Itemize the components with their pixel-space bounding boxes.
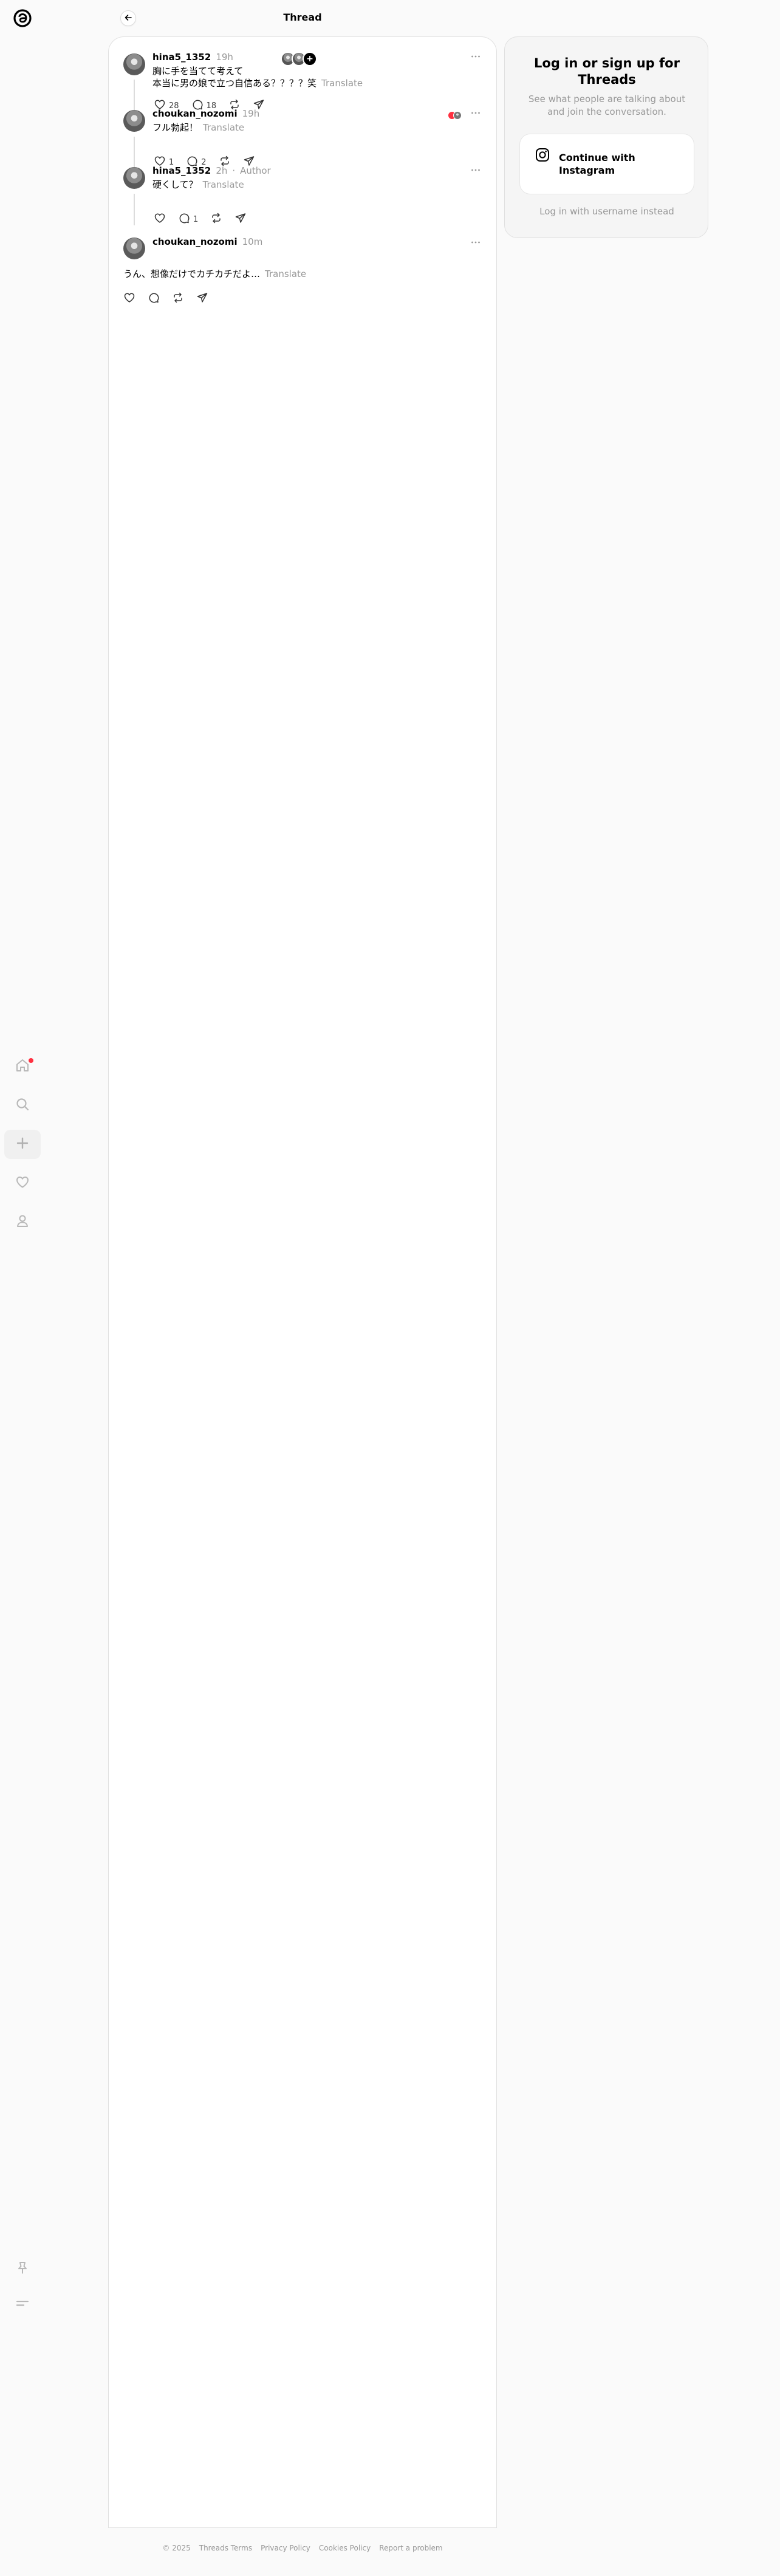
nav-home-button[interactable] xyxy=(4,1052,41,1081)
login-subtitle: See what people are talking about and jo… xyxy=(528,94,686,117)
thread-connector-line xyxy=(134,194,135,225)
threads-logo-icon[interactable] xyxy=(12,7,33,29)
post-text: うん、想像だけでカチカチだよ… Translate xyxy=(123,268,306,280)
thread-connector-line xyxy=(134,137,135,167)
terms-link[interactable]: Threads Terms xyxy=(199,2544,252,2552)
menu-button[interactable] xyxy=(4,2290,41,2319)
copyright: © 2025 xyxy=(162,2544,191,2552)
reply-button[interactable]: 1 xyxy=(173,210,203,229)
more-options-button[interactable] xyxy=(468,50,483,65)
repost-icon xyxy=(210,212,222,227)
login-prompt-card: Log in or sign up for Threads See what p… xyxy=(504,36,708,238)
more-horizontal-icon xyxy=(470,51,481,64)
avatar[interactable] xyxy=(123,53,145,75)
timestamp[interactable]: 19h xyxy=(216,52,233,63)
share-button[interactable] xyxy=(191,289,213,309)
thread-header: Thread xyxy=(108,0,497,36)
post-header: choukan_nozomi 19h xyxy=(152,108,259,119)
privacy-link[interactable]: Privacy Policy xyxy=(261,2544,310,2552)
post-actions: 1 xyxy=(149,210,251,229)
reply-count: 1 xyxy=(193,214,199,224)
like-button[interactable] xyxy=(149,210,171,229)
heart-icon xyxy=(15,1174,30,1192)
more-options-button[interactable] xyxy=(468,107,483,121)
post-text-line: 胸に手を当てて考えて xyxy=(152,66,244,77)
repost-button[interactable] xyxy=(205,210,227,229)
replier-facepile[interactable]: + xyxy=(281,52,317,66)
post-text-line: 本当に男の娘で立つ自信ある？？？？笑 xyxy=(152,78,317,89)
post-header: hina5_1352 2h · Author xyxy=(152,165,271,176)
username[interactable]: choukan_nozomi xyxy=(152,108,238,119)
facepile-plus: + xyxy=(303,52,317,66)
username-login-link[interactable]: Log in with username instead xyxy=(505,206,709,217)
nav-create-button[interactable] xyxy=(4,1130,41,1159)
pin-button[interactable] xyxy=(4,2255,41,2284)
translate-link[interactable]: Translate xyxy=(321,78,363,89)
profile-icon xyxy=(15,1213,30,1231)
username[interactable]: hina5_1352 xyxy=(152,52,211,63)
heart-icon xyxy=(154,212,166,227)
post-text-line: フル勃起！ xyxy=(152,122,199,133)
post-actions xyxy=(118,289,213,309)
avatar[interactable] xyxy=(123,110,145,132)
more-options-button[interactable] xyxy=(468,164,483,179)
username[interactable]: hina5_1352 xyxy=(152,165,211,176)
report-problem-link[interactable]: Report a problem xyxy=(379,2544,442,2552)
thread-card: hina5_1352 19h + 胸に手を当てて考えて 本当に男の娘で立つ自信あ… xyxy=(108,36,497,2528)
search-icon xyxy=(15,1096,30,1115)
notification-dot xyxy=(29,1058,33,1063)
left-nav-rail xyxy=(0,0,46,2576)
timestamp[interactable]: 10m xyxy=(242,236,263,247)
post-header: hina5_1352 19h xyxy=(152,52,233,63)
more-horizontal-icon xyxy=(470,237,481,250)
comment-icon xyxy=(148,292,160,306)
liker-avatar xyxy=(453,111,462,120)
login-title: Log in or sign up for Threads xyxy=(534,56,680,87)
post-text-line: うん、想像だけでカチカチだよ… xyxy=(123,268,261,279)
author-separator: · xyxy=(232,165,236,176)
translate-link[interactable]: Translate xyxy=(203,179,244,190)
post-text: 硬くして？ Translate xyxy=(152,179,244,191)
plus-icon xyxy=(15,1135,30,1153)
repost-icon xyxy=(172,292,184,306)
timestamp[interactable]: 2h xyxy=(216,165,227,176)
liked-by-indicator[interactable] xyxy=(448,111,462,120)
translate-link[interactable]: Translate xyxy=(203,122,244,133)
more-options-button[interactable] xyxy=(468,236,483,251)
post-text-line: 硬くして？ xyxy=(152,179,198,190)
menu-icon xyxy=(15,2295,30,2314)
reply-button[interactable] xyxy=(143,289,165,309)
instagram-icon xyxy=(520,148,549,173)
nav-activity-button[interactable] xyxy=(4,1169,41,1198)
avatar[interactable] xyxy=(123,167,145,189)
username[interactable]: choukan_nozomi xyxy=(152,236,238,247)
post-header: choukan_nozomi 10m xyxy=(152,236,262,247)
translate-link[interactable]: Translate xyxy=(265,268,306,279)
heart-icon xyxy=(123,292,135,306)
footer: © 2025 Threads Terms Privacy Policy Cook… xyxy=(108,2544,497,2552)
more-horizontal-icon xyxy=(470,165,481,178)
repost-button[interactable] xyxy=(167,289,189,309)
nav-profile-button[interactable] xyxy=(4,1208,41,1237)
pin-icon xyxy=(15,2260,30,2278)
post-text: 胸に手を当てて考えて 本当に男の娘で立つ自信ある？？？？笑 Translate xyxy=(152,65,363,89)
like-button[interactable] xyxy=(118,289,140,309)
thread-connector-line xyxy=(134,80,135,110)
share-button[interactable] xyxy=(230,210,251,229)
post-text: フル勃起！ Translate xyxy=(152,121,244,134)
comment-icon xyxy=(178,212,190,227)
timestamp[interactable]: 19h xyxy=(242,108,260,119)
author-label: Author xyxy=(240,165,271,176)
continue-with-instagram-button[interactable]: Continue with Instagram xyxy=(519,134,694,194)
share-icon xyxy=(196,292,208,306)
more-horizontal-icon xyxy=(470,108,481,121)
page-title: Thread xyxy=(283,12,322,23)
nav-search-button[interactable] xyxy=(4,1091,41,1120)
share-icon xyxy=(234,212,247,227)
cookies-link[interactable]: Cookies Policy xyxy=(319,2544,371,2552)
instagram-button-label: Continue with Instagram xyxy=(559,152,635,176)
avatar[interactable] xyxy=(123,237,145,259)
